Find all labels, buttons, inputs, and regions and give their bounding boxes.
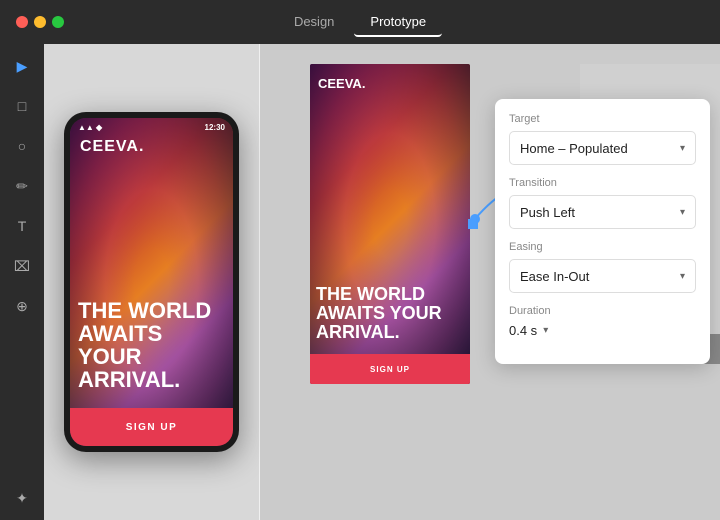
easing-section: Easing Ease In-Out ▾ xyxy=(509,241,696,293)
cursor-tool[interactable]: ▶ xyxy=(12,56,32,76)
tunnel-overlay xyxy=(70,118,233,446)
phone-logo: CEEVA. xyxy=(80,138,144,156)
left-toolbar: ▶ □ ○ ✏ T ⌧ ⊕ ✦ xyxy=(0,44,44,520)
component-tool[interactable]: ✦ xyxy=(12,488,32,508)
rectangle-tool[interactable]: □ xyxy=(12,96,32,116)
easing-chevron-icon: ▾ xyxy=(680,271,685,282)
easing-dropdown[interactable]: Ease In-Out ▾ xyxy=(509,259,696,293)
duration-value: 0.4 s xyxy=(509,323,537,338)
tab-prototype[interactable]: Prototype xyxy=(354,8,442,37)
transition-dropdown[interactable]: Push Left ▾ xyxy=(509,195,696,229)
canvas-phone: CEEVA. THE WORLD AWAITS YOUR ARRIVAL. SI… xyxy=(310,64,470,384)
phone-hero-text: THE WORLD AWAITS YOUR ARRIVAL. xyxy=(78,299,225,391)
close-button[interactable] xyxy=(16,16,28,28)
phone-mockup-area: ▲▲ ◆ 12:30 CEEVA. THE WORLD AWAITS YOUR … xyxy=(44,44,259,520)
connection-point xyxy=(468,219,478,229)
signal-icons: ▲▲ ◆ xyxy=(78,123,102,132)
duration-chevron-icon[interactable]: ▾ xyxy=(543,325,548,336)
text-tool[interactable]: T xyxy=(12,216,32,236)
canvas-phone-hero: THE WORLD AWAITS YOUR ARRIVAL. xyxy=(316,285,464,342)
transition-section: Transition Push Left ▾ xyxy=(509,177,696,229)
tab-design[interactable]: Design xyxy=(278,8,350,37)
canvas-phone-screen: CEEVA. THE WORLD AWAITS YOUR ARRIVAL. SI… xyxy=(310,64,470,384)
zoom-tool[interactable]: ⊕ xyxy=(12,296,32,316)
duration-label: Duration xyxy=(509,305,696,317)
window-controls xyxy=(16,16,64,28)
phone-status-bar: ▲▲ ◆ 12:30 xyxy=(70,118,233,136)
target-chevron-icon: ▾ xyxy=(680,143,685,154)
duration-row: 0.4 s ▾ xyxy=(509,323,696,338)
target-dropdown[interactable]: Home – Populated ▾ xyxy=(509,131,696,165)
duration-section: Duration 0.4 s ▾ xyxy=(509,305,696,338)
tab-area: Design Prototype xyxy=(278,8,442,37)
time-display: 12:30 xyxy=(205,123,225,132)
phone-cta-button[interactable]: SIGN UP xyxy=(70,408,233,446)
target-section: Target Home – Populated ▾ xyxy=(509,113,696,165)
prototype-panel: Target Home – Populated ▾ Transition Pus… xyxy=(495,99,710,364)
transition-value: Push Left xyxy=(520,205,575,220)
transition-chevron-icon: ▾ xyxy=(680,207,685,218)
phone-screen: ▲▲ ◆ 12:30 CEEVA. THE WORLD AWAITS YOUR … xyxy=(70,118,233,446)
canvas-phone-logo: CEEVA. xyxy=(318,76,365,91)
maximize-button[interactable] xyxy=(52,16,64,28)
target-label: Target xyxy=(509,113,696,125)
phone-frame: ▲▲ ◆ 12:30 CEEVA. THE WORLD AWAITS YOUR … xyxy=(64,112,239,452)
pen-tool[interactable]: ✏ xyxy=(12,176,32,196)
ellipse-tool[interactable]: ○ xyxy=(12,136,32,156)
center-canvas: CEEVA. THE WORLD AWAITS YOUR ARRIVAL. SI… xyxy=(260,44,720,520)
easing-value: Ease In-Out xyxy=(520,269,589,284)
easing-label: Easing xyxy=(509,241,696,253)
top-bar: Design Prototype xyxy=(0,0,720,44)
target-value: Home – Populated xyxy=(520,141,628,156)
crop-tool[interactable]: ⌧ xyxy=(12,256,32,276)
canvas-phone-cta[interactable]: SIGN UP xyxy=(310,354,470,384)
minimize-button[interactable] xyxy=(34,16,46,28)
transition-label: Transition xyxy=(509,177,696,189)
